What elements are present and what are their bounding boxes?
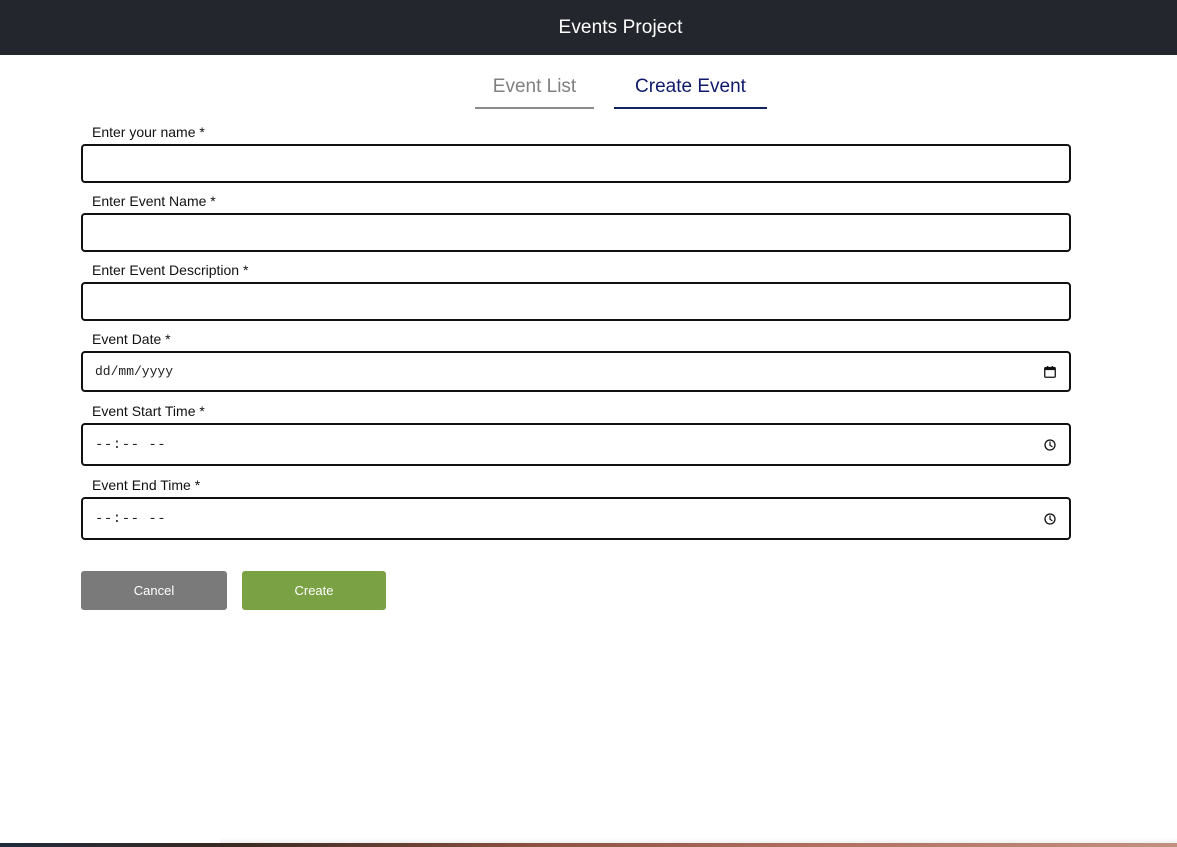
clock-icon[interactable] [1043, 438, 1057, 452]
event-description-field-group: Enter Event Description * [81, 262, 1071, 321]
event-name-input[interactable] [83, 215, 1069, 250]
app-title: Events Project [558, 16, 683, 38]
event-description-label: Enter Event Description * [92, 262, 249, 278]
tab-bar: Event List Create Event [0, 70, 1177, 110]
desktop-strip [0, 843, 1177, 847]
event-start-time-label: Event Start Time * [92, 403, 205, 419]
event-name-label: Enter Event Name * [92, 193, 216, 209]
event-end-time-field-group: Event End Time * --:-- -- [81, 477, 1071, 540]
event-date-label: Event Date * [92, 331, 171, 347]
tab-event-list[interactable]: Event List [475, 70, 594, 109]
event-description-input-box [81, 282, 1071, 321]
tab-create-event[interactable]: Create Event [614, 70, 767, 109]
event-name-field-group: Enter Event Name * [81, 193, 1071, 252]
name-input[interactable] [83, 146, 1069, 181]
event-start-time-field-group: Event Start Time * --:-- -- [81, 403, 1071, 466]
name-input-box [81, 144, 1071, 183]
name-field-group: Enter your name * [81, 124, 1071, 183]
event-end-time-input[interactable]: --:-- -- [81, 497, 1071, 540]
event-start-time-input[interactable]: --:-- -- [81, 423, 1071, 466]
cancel-button[interactable]: Cancel [81, 571, 227, 610]
event-date-input[interactable]: dd/mm/yyyy [81, 351, 1071, 392]
event-date-placeholder: dd/mm/yyyy [95, 364, 174, 379]
event-end-time-label: Event End Time * [92, 477, 201, 493]
event-end-time-placeholder: --:-- -- [95, 510, 167, 527]
event-date-field-group: Event Date * dd/mm/yyyy [81, 331, 1071, 392]
app-header: Events Project [0, 0, 1177, 55]
calendar-icon[interactable] [1043, 365, 1057, 379]
clock-icon[interactable] [1043, 512, 1057, 526]
event-description-input[interactable] [83, 284, 1069, 319]
create-button[interactable]: Create [242, 571, 386, 610]
event-name-input-box [81, 213, 1071, 252]
event-start-time-placeholder: --:-- -- [95, 436, 167, 453]
name-label: Enter your name * [92, 124, 205, 140]
